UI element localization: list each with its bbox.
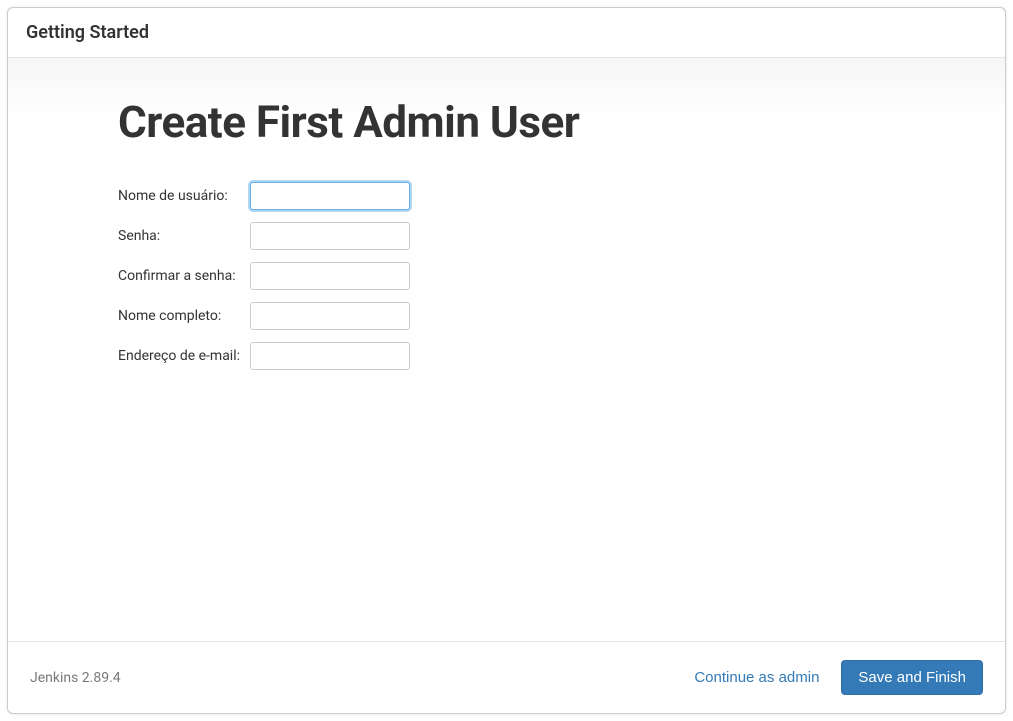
page-title: Create First Admin User bbox=[118, 96, 985, 148]
fullname-label: Nome completo: bbox=[118, 296, 250, 336]
admin-user-form: Nome de usuário: Senha: Confirmar a senh… bbox=[118, 176, 410, 376]
email-input[interactable] bbox=[250, 342, 410, 370]
modal-body: Create First Admin User Nome de usuário:… bbox=[8, 58, 1005, 641]
modal-header: Getting Started bbox=[8, 8, 1005, 58]
username-label: Nome de usuário: bbox=[118, 176, 250, 216]
email-label: Endereço de e-mail: bbox=[118, 336, 250, 376]
modal-title: Getting Started bbox=[26, 22, 987, 43]
fullname-input[interactable] bbox=[250, 302, 410, 330]
username-input[interactable] bbox=[250, 182, 410, 210]
confirm-password-label: Confirmar a senha: bbox=[118, 256, 250, 296]
form-row-email: Endereço de e-mail: bbox=[118, 336, 410, 376]
form-row-username: Nome de usuário: bbox=[118, 176, 410, 216]
confirm-password-input[interactable] bbox=[250, 262, 410, 290]
modal-footer: Jenkins 2.89.4 Continue as admin Save an… bbox=[8, 641, 1005, 713]
form-row-fullname: Nome completo: bbox=[118, 296, 410, 336]
setup-wizard-modal: Getting Started Create First Admin User … bbox=[7, 7, 1006, 714]
password-input[interactable] bbox=[250, 222, 410, 250]
version-text: Jenkins 2.89.4 bbox=[30, 670, 121, 686]
form-row-confirm-password: Confirmar a senha: bbox=[118, 256, 410, 296]
continue-as-admin-button[interactable]: Continue as admin bbox=[680, 661, 833, 694]
form-row-password: Senha: bbox=[118, 216, 410, 256]
save-and-finish-button[interactable]: Save and Finish bbox=[841, 660, 983, 695]
password-label: Senha: bbox=[118, 216, 250, 256]
